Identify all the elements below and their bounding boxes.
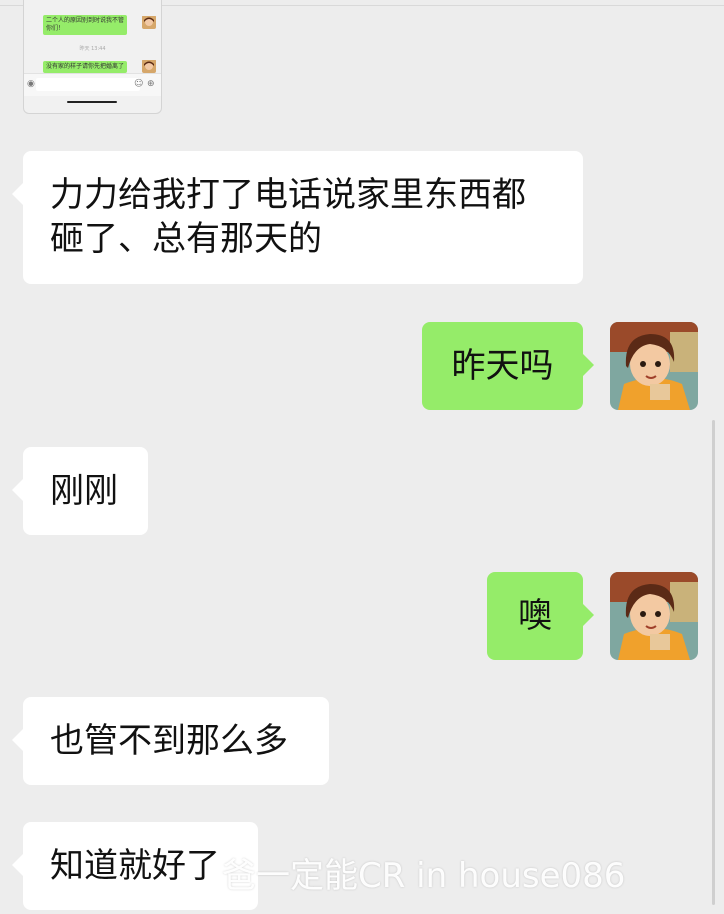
thumb-avatar-icon xyxy=(142,15,156,29)
thumb-input-bar: ◉ ☺ ⊕ xyxy=(24,73,161,96)
watermark-text: 爸一定能CR in house086 xyxy=(222,856,626,896)
scrollbar[interactable] xyxy=(712,420,715,905)
message-bubble-sent[interactable]: 噢 xyxy=(487,572,594,660)
thumb-message-1: 二个人的原因别到时说我不管 你们！ xyxy=(43,15,128,35)
thumb-voice-icon: ◉ xyxy=(27,79,35,89)
user-avatar-icon[interactable] xyxy=(610,322,698,410)
thumb-emoji-icon: ☺ xyxy=(134,79,144,89)
message-text: 噢 xyxy=(518,596,552,636)
thumb-timestamp: 昨天 13:44 xyxy=(79,46,106,52)
message-bubble-received[interactable]: 力力给我打了电话说家里东西都 砸了、总有那天的 xyxy=(12,151,583,284)
message-text: 知道就好了 xyxy=(50,846,220,886)
message-bubble-received[interactable]: 刚刚 xyxy=(12,447,148,535)
thumb-avatar-icon xyxy=(142,59,156,73)
message-text: 昨天吗 xyxy=(451,346,554,386)
message-bubble-sent[interactable]: 昨天吗 xyxy=(422,322,594,410)
thumb-input-field xyxy=(36,78,140,91)
thumb-home-indicator xyxy=(67,101,117,103)
message-text: 刚刚 xyxy=(50,471,118,511)
message-text: 也管不到那么多 xyxy=(50,721,288,761)
message-text-line: 力力给我打了电话说家里东西都 xyxy=(50,175,526,215)
message-text-line: 砸了、总有那天的 xyxy=(50,219,322,259)
shared-screenshot-image[interactable]: 二个人的原因别到时说我不管 你们！ 昨天 13:44 没有家的样子请你先把婚离了… xyxy=(23,0,162,114)
user-avatar-icon[interactable] xyxy=(610,572,698,660)
thumb-plus-icon: ⊕ xyxy=(147,79,155,89)
thumb-message-2: 没有家的样子请你先把婚离了 xyxy=(43,61,128,73)
message-bubble-received[interactable]: 也管不到那么多 xyxy=(12,697,329,785)
